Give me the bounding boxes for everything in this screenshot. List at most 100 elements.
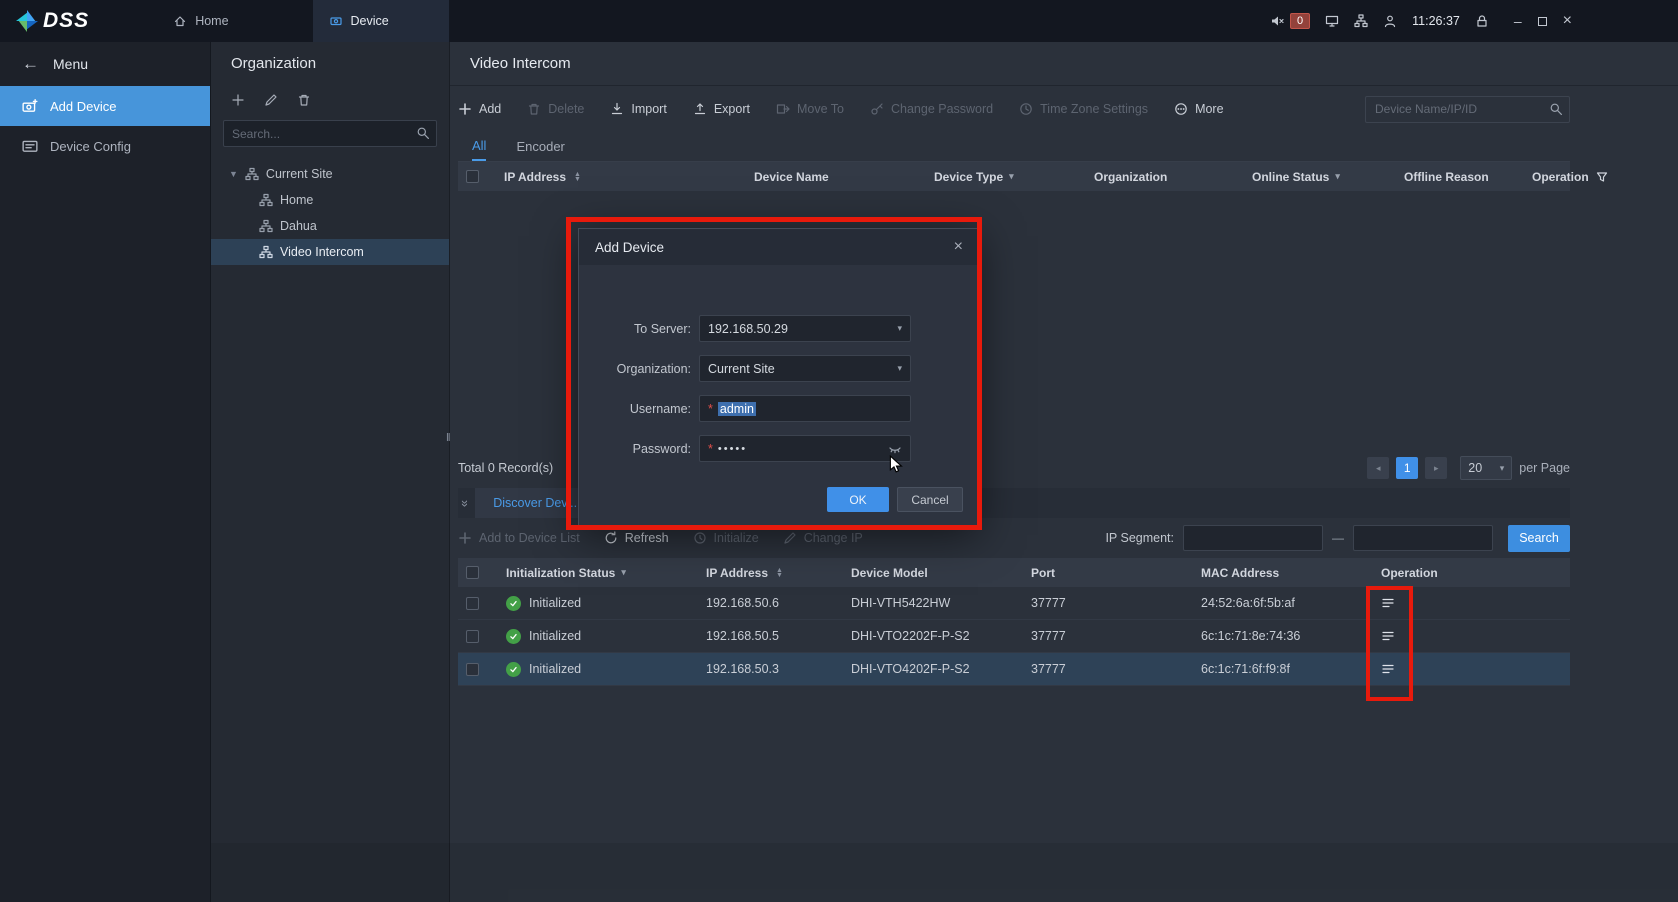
status-text: Initialized [529, 629, 581, 643]
tab-encoder[interactable]: Encoder [516, 132, 564, 161]
mute-icon[interactable] [1270, 14, 1284, 28]
select-all-checkbox[interactable] [466, 170, 479, 183]
row-checkbox[interactable] [466, 663, 479, 676]
page-prev-button[interactable]: ◂ [1367, 457, 1389, 479]
edit-icon[interactable] [264, 93, 278, 107]
export-button[interactable]: Export [693, 102, 750, 116]
annotation-red-box-dialog [566, 217, 982, 530]
dropdown-icon[interactable]: ▾ [621, 567, 626, 578]
sitemap-icon[interactable] [1354, 14, 1368, 28]
row-model: DHI-VTH5422HW [843, 596, 1023, 610]
import-button[interactable]: Import [610, 102, 666, 116]
close-button[interactable]: × [1563, 13, 1572, 29]
expand-caret-icon[interactable]: ▼ [229, 169, 238, 179]
tree-node-dahua[interactable]: Dahua [211, 213, 449, 239]
add-to-device-list-button[interactable]: Add to Device List [458, 531, 580, 545]
alarm-count-badge[interactable]: 0 [1290, 13, 1310, 29]
more-button-label: More [1195, 102, 1223, 116]
add-device-icon [22, 98, 38, 114]
column-operation[interactable]: Operation [1373, 566, 1570, 580]
column-device-model[interactable]: Device Model [843, 566, 1023, 580]
select-all-checkbox[interactable] [466, 566, 479, 579]
ip-segment-end-input[interactable] [1353, 525, 1493, 551]
sidebar-item-device-config[interactable]: Device Config [0, 126, 210, 166]
time-zone-settings-button[interactable]: Time Zone Settings [1019, 102, 1148, 116]
add-button[interactable]: Add [458, 102, 501, 116]
left-sidebar: ← Menu Add Device Device Config [0, 42, 211, 902]
row-model: DHI-VTO4202F-P-S2 [843, 662, 1023, 676]
tree-node-video-intercom[interactable]: Video Intercom [211, 239, 449, 265]
dropdown-icon[interactable]: ▾ [1009, 171, 1014, 182]
dss-logo-icon [16, 10, 38, 32]
move-to-button[interactable]: Move To [776, 102, 844, 116]
device-toolbar: Add Delete Import Export Move To [458, 86, 1570, 132]
tab-device[interactable]: Device [313, 0, 449, 42]
sidebar-item-label: Add Device [50, 99, 116, 114]
refresh-button[interactable]: Refresh [604, 531, 669, 545]
change-ip-button[interactable]: Change IP [783, 531, 863, 545]
ip-segment-search-button[interactable]: Search [1508, 525, 1570, 552]
device-search-input[interactable] [1365, 96, 1570, 123]
more-button[interactable]: More [1174, 102, 1223, 116]
discover-table-header: Initialization Status ▾ IP Address ▲▼ De… [458, 558, 1570, 587]
sort-icon[interactable]: ▲▼ [776, 568, 783, 578]
search-icon[interactable] [1549, 102, 1563, 116]
column-mac-address[interactable]: MAC Address [1193, 566, 1373, 580]
lock-icon[interactable] [1475, 14, 1489, 28]
column-device-name[interactable]: Device Name [746, 170, 926, 184]
tree-node-label: Current Site [266, 167, 333, 181]
sort-icon[interactable]: ▲▼ [574, 172, 581, 182]
column-operation[interactable]: Operation [1524, 170, 1621, 184]
device-table-header: IP Address ▲▼ Device Name Device Type ▾ … [458, 162, 1570, 191]
minimize-button[interactable]: – [1514, 14, 1522, 28]
ip-segment-label: IP Segment: [1105, 531, 1174, 545]
back-arrow-icon[interactable]: ← [22, 54, 39, 74]
org-search-input[interactable] [223, 120, 437, 147]
panel-splitter-handle[interactable]: ‖ [446, 432, 451, 444]
device-type-tabs: All Encoder [458, 132, 1570, 162]
tab-all[interactable]: All [472, 132, 486, 161]
sidebar-item-add-device[interactable]: Add Device [0, 86, 210, 126]
ip-segment-group: IP Segment: — Search [1105, 525, 1570, 552]
row-mac: 6c:1c:71:6f:f9:8f [1193, 662, 1373, 676]
organization-title: Organization [211, 42, 449, 84]
collapse-panel-icon[interactable]: « [456, 499, 471, 506]
tree-node-label: Video Intercom [280, 245, 364, 259]
organization-actions [211, 84, 449, 120]
ip-segment-start-input[interactable] [1183, 525, 1323, 551]
column-organization[interactable]: Organization [1086, 170, 1244, 184]
total-records-text: Total 0 Record(s) [458, 461, 553, 475]
filter-icon[interactable] [1595, 170, 1609, 184]
row-checkbox[interactable] [466, 597, 479, 610]
tree-node-current-site[interactable]: ▼ Current Site [211, 161, 449, 187]
topbar-status-area: 0 11:26:37 – × [1270, 0, 1572, 42]
current-page[interactable]: 1 [1396, 457, 1418, 479]
column-initialization-status[interactable]: Initialization Status ▾ [498, 566, 698, 580]
column-offline-reason[interactable]: Offline Reason [1396, 170, 1524, 184]
trash-icon [527, 102, 541, 116]
maximize-button[interactable] [1538, 14, 1547, 28]
monitor-icon[interactable] [1325, 14, 1339, 28]
tree-node-home[interactable]: Home [211, 187, 449, 213]
change-password-button[interactable]: Change Password [870, 102, 993, 116]
delete-button[interactable]: Delete [527, 102, 584, 116]
dropdown-icon[interactable]: ▾ [1335, 171, 1340, 182]
add-org-icon[interactable] [231, 93, 245, 107]
dropdown-icon: ▾ [1500, 463, 1505, 474]
trash-icon[interactable] [297, 93, 311, 107]
initialize-button[interactable]: Initialize [693, 531, 759, 545]
import-icon [610, 102, 624, 116]
user-icon[interactable] [1383, 14, 1397, 28]
row-port: 37777 [1023, 629, 1193, 643]
search-icon[interactable] [416, 126, 430, 140]
page-size-select[interactable]: 20 ▾ [1460, 456, 1512, 480]
row-checkbox[interactable] [466, 630, 479, 643]
page-next-button[interactable]: ▸ [1425, 457, 1447, 479]
tab-home[interactable]: Home [149, 0, 252, 42]
column-ip-address[interactable]: IP Address ▲▼ [496, 170, 746, 184]
column-device-type[interactable]: Device Type ▾ [926, 170, 1086, 184]
column-port[interactable]: Port [1023, 566, 1193, 580]
column-online-status[interactable]: Online Status ▾ [1244, 170, 1396, 184]
site-icon [259, 245, 273, 259]
column-ip-address[interactable]: IP Address ▲▼ [698, 566, 843, 580]
